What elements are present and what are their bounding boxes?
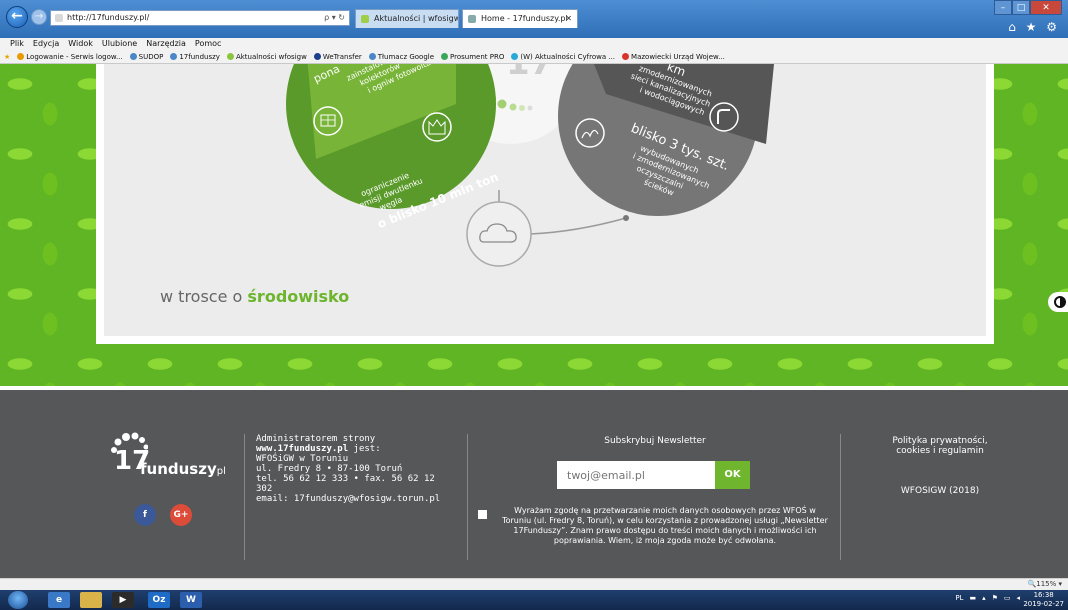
forward-button[interactable]: →	[31, 9, 47, 25]
network-icon[interactable]: ▭	[1004, 594, 1011, 602]
privacy-policy-link[interactable]: Polityka prywatności, cookies i regulami…	[850, 436, 1030, 456]
tab-label: Home - 17funduszy.pl	[481, 14, 568, 23]
favorite-link[interactable]: Aktualności wfosigw	[226, 50, 307, 63]
windows-taskbar: e ▶ Oz W PL ▬ ▴ ⚑ ▭ ◂ 16:38 2019-02-27	[0, 590, 1068, 610]
site-logo[interactable]: 17 funduszypl	[100, 432, 240, 492]
favorite-link[interactable]: (W) Aktualności Cyfrowa ...	[511, 50, 615, 63]
close-window-button[interactable]: ✕	[1030, 0, 1062, 15]
favorite-icon	[170, 53, 178, 60]
tagline: w trosce o środowisko	[160, 287, 350, 306]
favorite-icon	[441, 53, 449, 60]
tab-favicon-icon	[468, 15, 476, 23]
address-text: http://17funduszy.pl/	[67, 13, 150, 22]
administrator-info: Administratorem strony www.17funduszy.pl…	[256, 434, 456, 504]
contrast-icon	[1054, 296, 1066, 308]
center-partial-number: 17	[506, 64, 553, 83]
menu-favorites[interactable]: Ulubione	[102, 38, 137, 50]
tab-favicon-icon	[361, 15, 369, 23]
home-favorites-settings-icons[interactable]: ⌂ ★ ⚙	[1008, 20, 1060, 34]
favorite-icon	[511, 53, 519, 60]
newsletter-submit-button[interactable]: OK	[715, 461, 750, 489]
favorite-icon	[17, 53, 25, 60]
tab-label: Aktualności | wfosigw.pl	[374, 14, 459, 23]
favorite-icon	[226, 53, 234, 60]
favorite-link[interactable]: Logowanie - Serwis logow...	[17, 50, 123, 63]
favorite-link[interactable]: Mazowiecki Urząd Wojew...	[622, 50, 725, 63]
window-controls: – □ ✕	[994, 0, 1062, 15]
maximize-button[interactable]: □	[1012, 0, 1030, 15]
volume-icon[interactable]: ◂	[1016, 594, 1020, 602]
media-player-icon[interactable]: ▶	[112, 592, 134, 608]
keyboard-icon[interactable]: ▬	[969, 594, 976, 602]
menu-view[interactable]: Widok	[68, 38, 93, 50]
zoom-icon: 🔍	[1027, 580, 1037, 588]
google-plus-icon[interactable]: G+	[170, 504, 192, 526]
contrast-toggle-button[interactable]	[1048, 292, 1068, 312]
site-footer: 17 funduszypl f G+ Administratorem stron…	[0, 390, 1068, 578]
zoom-level[interactable]: 🔍115% ▾	[1028, 579, 1062, 590]
contact-email[interactable]: email: 17funduszy@wfosigw.torun.pl	[256, 494, 456, 504]
menu-help[interactable]: Pomoc	[195, 38, 222, 50]
favorites-bar: ★ Logowanie - Serwis logow... SUDOP 17fu…	[0, 50, 1068, 64]
copyright: WFOSIGW (2018)	[900, 486, 980, 496]
footer-divider	[467, 434, 468, 560]
cloud-node	[466, 201, 532, 267]
page-viewport: 17 pona zainstalowanych kolektorów i ogn…	[0, 64, 1068, 578]
site-favicon-icon	[55, 14, 63, 22]
back-button[interactable]: ←	[6, 6, 28, 28]
tray-expand-icon[interactable]: ▴	[982, 594, 986, 602]
facebook-icon[interactable]: f	[134, 504, 156, 526]
tagline-highlight: środowisko	[247, 287, 350, 306]
clock[interactable]: 16:38 2019-02-27	[1023, 591, 1064, 609]
favorite-icon	[368, 53, 376, 60]
favorite-link[interactable]: 17funduszy	[170, 50, 220, 63]
tab-home-17funduszy[interactable]: Home - 17funduszy.pl ✕	[462, 9, 578, 28]
favorite-link[interactable]: SUDOP	[129, 50, 163, 63]
favorite-icon	[313, 53, 321, 60]
clock-time: 16:38	[1033, 591, 1054, 599]
address-actions[interactable]: ρ ▾ ↻	[324, 11, 345, 25]
favorite-icon	[622, 53, 630, 60]
system-tray: PL ▬ ▴ ⚑ ▭ ◂	[955, 594, 1020, 602]
footer-divider	[840, 434, 841, 560]
favorite-icon	[129, 53, 137, 60]
address-bar[interactable]: http://17funduszy.pl/ ρ ▾ ↻	[50, 10, 350, 26]
favorite-link[interactable]: Prosument PRO	[441, 50, 504, 63]
favorite-link[interactable]: WeTransfer	[313, 50, 362, 63]
consent-checkbox[interactable]	[478, 510, 487, 519]
menu-file[interactable]: Plik	[10, 38, 24, 50]
file-explorer-icon[interactable]	[80, 592, 102, 608]
newsletter-email-input[interactable]	[557, 461, 715, 489]
tab-aktualnosci[interactable]: Aktualności | wfosigw.pl	[355, 9, 459, 28]
word-icon[interactable]: W	[180, 592, 202, 608]
menu-bar: Plik Edycja Widok Ulubione Narzędzia Pom…	[0, 38, 1068, 50]
browser-titlebar: ← → http://17funduszy.pl/ ρ ▾ ↻ Aktualno…	[0, 0, 1068, 38]
start-button[interactable]	[8, 591, 28, 609]
footer-divider	[244, 434, 245, 560]
menu-edit[interactable]: Edycja	[33, 38, 59, 50]
outlook-icon[interactable]: Oz	[148, 592, 170, 608]
site-address[interactable]: www.17funduszy.pl	[256, 444, 348, 454]
favorite-link[interactable]: Tłumacz Google	[368, 50, 434, 63]
logo-wordmark: funduszypl	[140, 460, 226, 478]
browser-statusbar: 🔍115% ▾	[0, 578, 1068, 590]
menu-tools[interactable]: Narzędzia	[146, 38, 186, 50]
internet-explorer-icon[interactable]: e	[48, 592, 70, 608]
newsletter-title: Subskrybuj Newsletter	[604, 436, 706, 446]
language-indicator[interactable]: PL	[955, 594, 963, 602]
tab-close-icon[interactable]: ✕	[565, 10, 572, 28]
clock-date: 2019-02-27	[1023, 600, 1064, 608]
favorites-star-icon[interactable]: ★	[4, 50, 10, 63]
flag-icon[interactable]: ⚑	[992, 594, 998, 602]
consent-text: Wyrażam zgodę na przetwarzanie moich dan…	[502, 506, 828, 545]
minimize-button[interactable]: –	[994, 0, 1012, 15]
